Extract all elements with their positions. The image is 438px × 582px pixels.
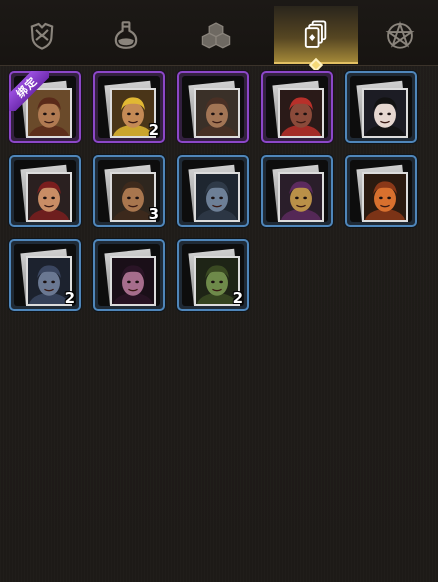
card-blonde-fighter[interactable]: 2 xyxy=(93,71,165,143)
card-red-hair-mage[interactable] xyxy=(261,71,333,143)
potion-icon xyxy=(114,21,138,49)
armor-icon xyxy=(30,22,54,50)
card-armored-knight[interactable] xyxy=(177,155,249,227)
card-slot-inner xyxy=(350,160,412,222)
card-portrait xyxy=(26,88,72,138)
active-tab-marker xyxy=(308,57,324,73)
card-count: 2 xyxy=(148,121,159,139)
card-portrait xyxy=(278,88,324,138)
pentagram-icon xyxy=(385,21,415,49)
tab-potion[interactable] xyxy=(84,6,168,64)
card-portrait xyxy=(362,172,408,222)
card-green-goblin[interactable]: 2 xyxy=(177,239,249,311)
card-golden-barrel[interactable] xyxy=(261,155,333,227)
card-slot-inner xyxy=(182,76,244,138)
card-dark-hair-girl[interactable] xyxy=(345,71,417,143)
card-slot-inner xyxy=(266,160,328,222)
card-portrait xyxy=(194,88,240,138)
card-shadow-witch[interactable] xyxy=(93,239,165,311)
tab-emblem[interactable] xyxy=(358,6,438,64)
tab-materials[interactable] xyxy=(174,6,258,64)
card-slot-inner xyxy=(182,160,244,222)
card-count: 2 xyxy=(64,289,75,307)
card-portrait xyxy=(278,172,324,222)
card-fire-dragon[interactable] xyxy=(345,155,417,227)
card-slot-inner xyxy=(14,160,76,222)
tab-cards[interactable] xyxy=(274,6,358,73)
card-bandana-gunner[interactable]: 绑定 xyxy=(9,71,81,143)
card-count: 3 xyxy=(148,205,159,223)
card-portrait xyxy=(110,256,156,306)
cubes-icon xyxy=(201,22,231,49)
tab-armor[interactable] xyxy=(0,6,84,64)
card-roaring-ogre[interactable]: 3 xyxy=(93,155,165,227)
card-count: 2 xyxy=(232,289,243,307)
card-slot-inner xyxy=(266,76,328,138)
card-blue-beast[interactable]: 2 xyxy=(9,239,81,311)
card-slot-inner xyxy=(98,244,160,306)
card-slot-inner xyxy=(14,76,76,138)
cards-icon xyxy=(304,20,327,48)
card-hooded-rogue[interactable] xyxy=(9,155,81,227)
inventory-tab-bar xyxy=(0,0,438,73)
card-horned-brute[interactable] xyxy=(177,71,249,143)
card-portrait xyxy=(26,172,72,222)
card-portrait xyxy=(362,88,408,138)
card-slot-inner xyxy=(350,76,412,138)
card-portrait xyxy=(194,172,240,222)
